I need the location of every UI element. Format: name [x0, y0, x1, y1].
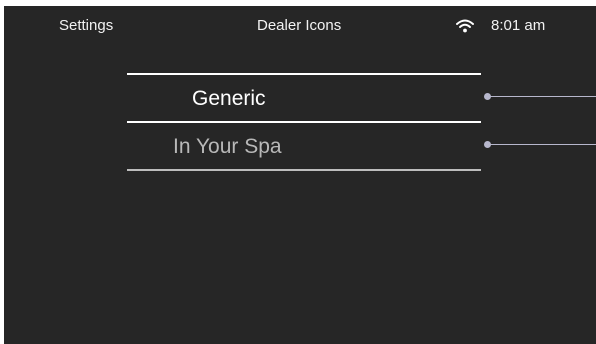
- list-item-in-your-spa[interactable]: In Your Spa: [127, 123, 596, 169]
- list-item-label: In Your Spa: [173, 135, 282, 158]
- connector-stroke: [489, 144, 596, 145]
- connector-stroke: [489, 96, 596, 97]
- status-time: 8:01 am: [491, 17, 546, 34]
- list-item-label: Generic: [192, 87, 266, 110]
- dealer-icon-list: Generic In Your Spa: [127, 73, 596, 171]
- app-screen: Settings Dealer Icons 8:01 am Generic In…: [4, 6, 596, 344]
- connector-line: [484, 93, 596, 101]
- wifi-icon: [456, 19, 474, 33]
- connector-line: [484, 141, 596, 149]
- settings-back-link[interactable]: Settings: [59, 17, 113, 35]
- list-item-generic[interactable]: Generic: [127, 75, 596, 121]
- page-title: Dealer Icons: [257, 17, 342, 34]
- divider-bottom: [127, 169, 481, 171]
